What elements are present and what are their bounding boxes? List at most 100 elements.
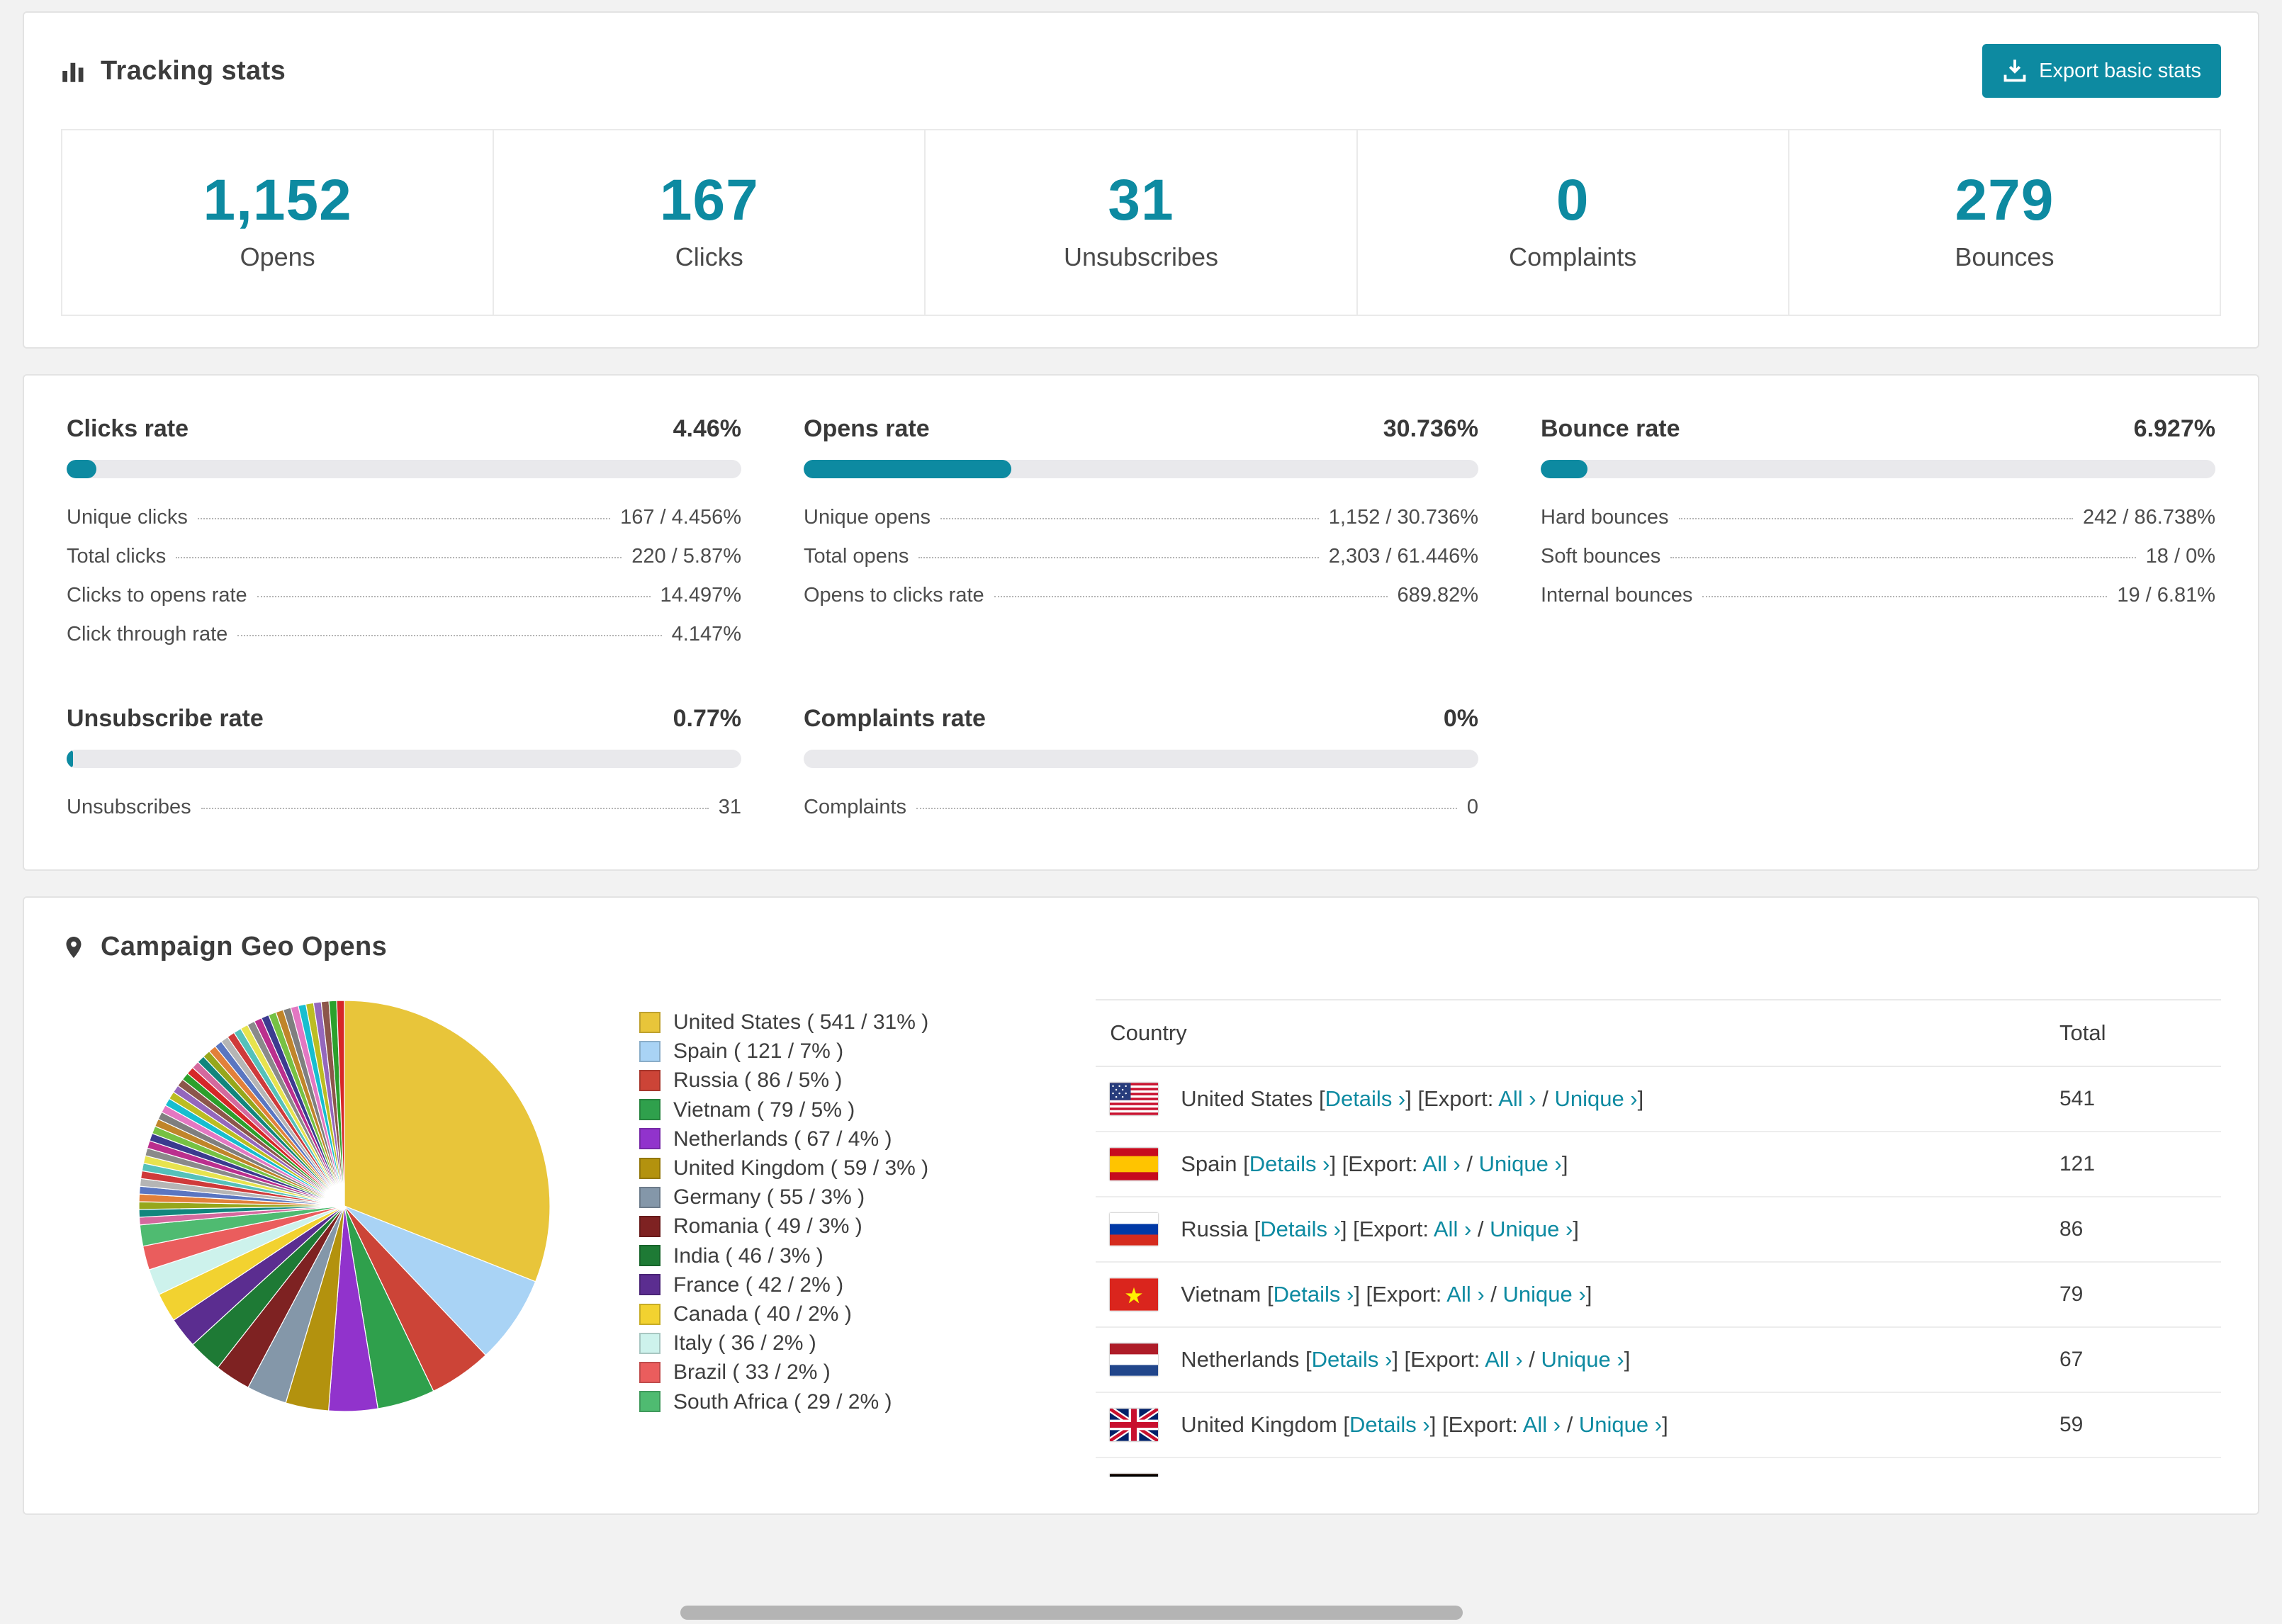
dotted-leader (1670, 557, 2136, 558)
rate-head: Bounce rate 6.927% (1541, 415, 2215, 443)
progress-bar (804, 460, 1478, 478)
geo-opens-title: Campaign Geo Opens (61, 932, 387, 962)
horizontal-scrollbar-thumb[interactable] (680, 1606, 1463, 1620)
stat-value: 167 (659, 168, 759, 232)
flag-icon-vn (1110, 1278, 1159, 1311)
geo-table: Country Total United States [Details ›] … (1096, 999, 2221, 1477)
stat-row-label: Unique clicks (67, 506, 188, 529)
export-all-link[interactable]: All › (1446, 1282, 1484, 1307)
stat-row: Hard bounces 242 / 86.738% (1541, 498, 2215, 537)
country-total: 86 (2059, 1217, 2084, 1241)
dotted-leader (1702, 596, 2108, 597)
rate-head: Complaints rate 0% (804, 705, 1478, 733)
country-total: 541 (2059, 1087, 2096, 1110)
stat-row-value: 4.147% (671, 623, 741, 645)
export-all-link[interactable]: All › (1498, 1086, 1536, 1111)
details-link[interactable]: Details › (1249, 1151, 1330, 1176)
dotted-leader (916, 808, 1457, 809)
stat-row-value: 689.82% (1397, 584, 1479, 607)
legend-label: France ( 42 / 2% ) (673, 1273, 844, 1297)
stat-row-value: 19 / 6.81% (2117, 584, 2215, 607)
stat-row: Internal bounces 19 / 6.81% (1541, 576, 2215, 615)
country-name: Spain (1181, 1151, 1237, 1176)
legend-swatch (639, 1245, 661, 1267)
dotted-leader (257, 596, 651, 597)
stat-row-label: Clicks to opens rate (67, 584, 247, 607)
export-unique-link[interactable]: Unique › (1503, 1282, 1586, 1307)
dotted-leader (1678, 518, 2073, 519)
dotted-leader (176, 557, 622, 558)
legend-swatch (639, 1186, 661, 1208)
rate-title: Unsubscribe rate (67, 705, 264, 732)
export-unique-link[interactable]: Unique › (1490, 1217, 1573, 1241)
export-all-link[interactable]: All › (1523, 1412, 1561, 1437)
progress-bar-fill (804, 460, 1011, 478)
stat-row-label: Complaints (804, 796, 907, 818)
export-unique-link[interactable]: Unique › (1579, 1412, 1662, 1437)
progress-bar (1541, 460, 2215, 478)
legend-item-united-kingdom: United Kingdom ( 59 / 3% ) (639, 1154, 928, 1183)
export-basic-stats-button[interactable]: Export basic stats (1982, 44, 2221, 98)
legend-swatch (639, 1362, 661, 1384)
geo-table-rows-clip: United States [Details ›] [Export: All ›… (1096, 1067, 2221, 1477)
stat-row-value: 14.497% (660, 584, 742, 607)
rate-unsubscribe-rate: Unsubscribe rate 0.77% Unsubscribes 31 (67, 705, 741, 827)
stat-box-unsubscribes: 31 Unsubscribes (924, 130, 1356, 315)
rate-value: 4.46% (673, 415, 741, 442)
rate-head: Opens rate 30.736% (804, 415, 1478, 443)
pie-legend: United States ( 541 / 31% ) Spain ( 121 … (639, 1008, 928, 1416)
progress-bar-fill (1541, 460, 1587, 478)
export-all-link[interactable]: All › (1485, 1347, 1522, 1372)
export-unique-link[interactable]: Unique › (1541, 1347, 1624, 1372)
legend-swatch (639, 1099, 661, 1121)
legend-label: Netherlands ( 67 / 4% ) (673, 1127, 892, 1151)
geo-table-rows: United States [Details ›] [Export: All ›… (1096, 1067, 2221, 1477)
export-all-link[interactable]: All › (1422, 1151, 1460, 1176)
stat-row: Unique opens 1,152 / 30.736% (804, 498, 1478, 537)
details-link[interactable]: Details › (1260, 1217, 1341, 1241)
rate-head: Unsubscribe rate 0.77% (67, 705, 741, 733)
details-link[interactable]: Details › (1274, 1282, 1354, 1307)
tracking-stats-title-text: Tracking stats (101, 55, 286, 86)
progress-bar (67, 750, 741, 768)
legend-item-russia: Russia ( 86 / 5% ) (639, 1066, 928, 1095)
stat-row-label: Click through rate (67, 623, 228, 645)
legend-swatch (639, 1274, 661, 1296)
dotted-leader (940, 518, 1319, 519)
legend-swatch (639, 1040, 661, 1062)
legend-label: Spain ( 121 / 7% ) (673, 1039, 844, 1064)
export-unique-link[interactable]: Unique › (1554, 1086, 1637, 1111)
export-all-link[interactable]: All › (1434, 1217, 1471, 1241)
progress-bar-fill (67, 460, 97, 478)
rate-opens-rate: Opens rate 30.736% Unique opens 1,152 / … (804, 415, 1478, 654)
rate-value: 0% (1443, 705, 1478, 732)
stat-value: 279 (1955, 168, 2055, 232)
country-total: 67 (2059, 1348, 2084, 1371)
legend-item-brazil: Brazil ( 33 / 2% ) (639, 1358, 928, 1387)
stat-row-label: Opens to clicks rate (804, 584, 984, 607)
stat-row-value: 0 (1466, 796, 1478, 818)
rate-bounce-rate: Bounce rate 6.927% Hard bounces 242 / 86… (1541, 415, 2215, 654)
rate-title: Complaints rate (804, 705, 986, 732)
legend-swatch (639, 1216, 661, 1238)
dotted-leader (201, 808, 709, 809)
details-link[interactable]: Details › (1312, 1347, 1393, 1372)
table-row-es: Spain [Details ›] [Export: All › / Uniqu… (1096, 1132, 2221, 1197)
legend-label: United States ( 541 / 31% ) (673, 1010, 929, 1034)
legend-item-italy: Italy ( 36 / 2% ) (639, 1329, 928, 1358)
legend-swatch (639, 1128, 661, 1150)
stat-row-value: 31 (718, 796, 741, 818)
legend-label: India ( 46 / 3% ) (673, 1244, 824, 1268)
stat-row-label: Unsubscribes (67, 796, 191, 818)
details-link[interactable]: Details › (1325, 1086, 1406, 1111)
rate-head: Clicks rate 4.46% (67, 415, 741, 443)
details-link[interactable]: Details › (1349, 1412, 1430, 1437)
legend-swatch (639, 1391, 661, 1413)
legend-item-france: France ( 42 / 2% ) (639, 1270, 928, 1299)
stat-row-value: 167 / 4.456% (620, 506, 741, 529)
rate-clicks-rate: Clicks rate 4.46% Unique clicks 167 / 4.… (67, 415, 741, 654)
export-unique-link[interactable]: Unique › (1479, 1151, 1562, 1176)
legend-item-united-states: United States ( 541 / 31% ) (639, 1008, 928, 1037)
rates-grid: Clicks rate 4.46% Unique clicks 167 / 4.… (67, 415, 2215, 827)
stat-row: Total clicks 220 / 5.87% (67, 537, 741, 576)
